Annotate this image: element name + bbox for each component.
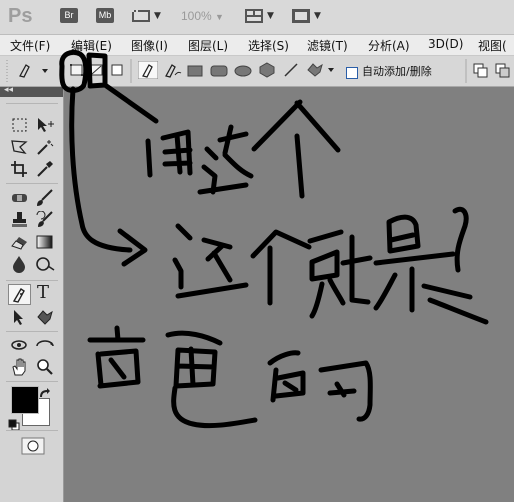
annotation-char-shi <box>373 206 489 325</box>
annotation-char-ge <box>251 99 341 199</box>
annotation-char-yong <box>145 129 193 178</box>
annotation-char-jiu <box>307 229 373 319</box>
annotation-char-ge2 <box>250 229 312 306</box>
annotation-char-zhe2 <box>172 223 249 299</box>
annotation-char-zhe <box>197 124 254 195</box>
annotation-char-de2 <box>267 350 373 422</box>
annotation-char-se <box>165 330 258 429</box>
annotation-circle-shape-layers <box>59 49 89 93</box>
annotation-box-paths <box>86 52 108 89</box>
annotation-char-de <box>87 325 146 389</box>
annotation-line-paths <box>102 82 159 124</box>
handwritten-annotation <box>59 49 489 429</box>
annotation-arrow <box>69 86 133 253</box>
